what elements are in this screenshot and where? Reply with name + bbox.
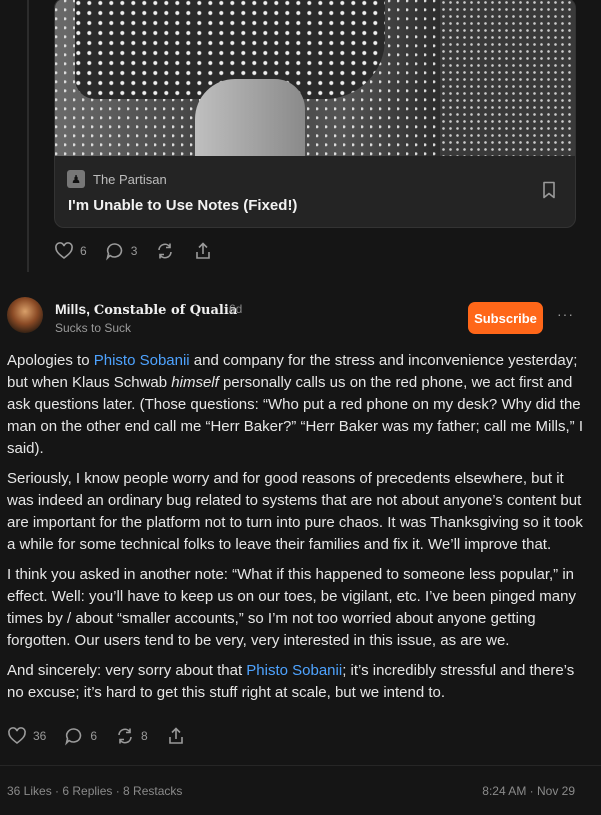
like-button[interactable]: 36 (7, 726, 46, 746)
top-note-actions: 6 3 (54, 241, 231, 261)
card-title[interactable]: I'm Unable to Use Notes (Fixed!) (68, 197, 297, 214)
post-body: Apologies to Phisto Sobanii and company … (7, 350, 587, 712)
like-button[interactable]: 6 (54, 241, 87, 261)
paragraph-2: Seriously, I know people worry and for g… (7, 470, 583, 553)
restack-icon (118, 728, 132, 744)
share-icon (168, 727, 183, 744)
post-stats[interactable]: 36 Likes · 6 Replies · 8 Restacks (7, 784, 182, 798)
comment-count: 6 (90, 729, 98, 743)
note-embed-card[interactable]: ♟ The Partisan I'm Unable to Use Notes (… (54, 0, 576, 228)
bookmark-icon[interactable] (541, 181, 557, 199)
heart-icon (55, 242, 73, 260)
like-count: 6 (80, 244, 87, 258)
comment-button[interactable]: 6 (64, 726, 97, 746)
comment-icon (65, 728, 82, 746)
avatar[interactable] (7, 297, 43, 333)
comment-icon (105, 243, 122, 261)
restack-button[interactable]: 8 (115, 726, 148, 746)
share-button[interactable] (193, 241, 213, 261)
author-publication[interactable]: Sucks to Suck (55, 321, 131, 335)
share-icon (196, 242, 211, 259)
mention-link[interactable]: Phisto Sobanii (94, 352, 190, 369)
post-actions: 36 6 8 (7, 726, 204, 746)
divider (0, 765, 601, 766)
card-image (55, 0, 575, 156)
restack-button[interactable] (155, 241, 175, 261)
card-publication[interactable]: ♟ The Partisan (67, 170, 167, 188)
comment-button[interactable]: 3 (105, 241, 138, 261)
heart-icon (8, 727, 26, 745)
post-timestamp: 8:24 AM · Nov 29 (482, 784, 575, 798)
share-button[interactable] (166, 726, 186, 746)
restack-count: 8 (141, 729, 148, 743)
mention-link[interactable]: Phisto Sobanii (246, 662, 342, 679)
restack-icon (158, 243, 173, 259)
thread-line (27, 0, 29, 272)
subscribe-button[interactable]: Subscribe (468, 302, 543, 334)
post-time[interactable]: 6d (229, 302, 242, 316)
like-count: 36 (33, 729, 47, 743)
comment-count: 3 (130, 244, 138, 258)
publication-name: The Partisan (93, 171, 167, 187)
paragraph-1: Apologies to Phisto Sobanii and company … (7, 352, 584, 457)
more-options-icon[interactable]: ··· (557, 306, 574, 322)
paragraph-3: I think you asked in another note: “What… (7, 566, 576, 649)
paragraph-4: And sincerely: very sorry about that Phi… (7, 662, 575, 701)
author-name[interactable]: Mills, Constable of Qualia (55, 301, 237, 318)
publication-logo-icon: ♟ (67, 170, 85, 188)
